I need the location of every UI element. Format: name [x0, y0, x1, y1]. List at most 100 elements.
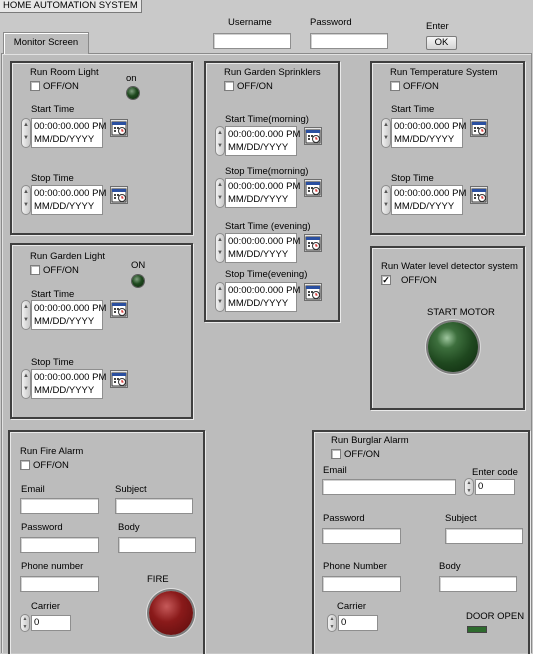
burglar-carrier-spinner-icon[interactable]: ▲ ▼: [327, 614, 337, 632]
water-level-checkbox[interactable]: ✓: [381, 275, 391, 285]
sprinklers-checkbox[interactable]: [224, 81, 234, 91]
fire-subject-label: Subject: [115, 484, 147, 495]
calendar-clock-icon[interactable]: [110, 186, 128, 204]
sprinklers-time-field[interactable]: 00:00:00.000 PM MM/DD/YYYY: [225, 282, 301, 312]
fire-alarm-title: Run Fire Alarm: [20, 446, 84, 457]
calendar-clock-icon[interactable]: [304, 127, 322, 145]
garden-light-stop-label: Stop Time: [31, 357, 74, 368]
calendar-clock-icon[interactable]: [304, 283, 322, 301]
garden-light-stop-spinner-icon[interactable]: ▲ ▼: [21, 369, 31, 399]
burglar-subject-label: Subject: [445, 513, 477, 524]
fire-alarm-checkbox[interactable]: [20, 460, 30, 470]
garden-light-led: [132, 275, 144, 287]
burglar-alarm-title: Run Burglar Alarm: [331, 435, 409, 446]
sprinklers-time-value: 00:00:00.000 PM: [228, 285, 301, 296]
temperature-stop-spinner-icon[interactable]: ▲ ▼: [381, 185, 391, 215]
tab-monitor-screen[interactable]: Monitor Screen: [3, 32, 89, 54]
room-light-start-spinner-icon[interactable]: ▲ ▼: [21, 118, 31, 148]
burglar-body-field[interactable]: [439, 576, 517, 592]
sprinklers-time-field[interactable]: 00:00:00.000 PM MM/DD/YYYY: [225, 126, 301, 156]
sprinklers-spinner-icon[interactable]: ▲ ▼: [215, 233, 225, 263]
sprinklers-date-value: MM/DD/YYYY: [228, 249, 289, 260]
fire-email-field[interactable]: [20, 498, 99, 514]
fire-carrier-field[interactable]: 0: [31, 615, 71, 631]
username-field[interactable]: [213, 33, 291, 49]
fire-carrier-label: Carrier: [31, 601, 61, 612]
burglar-alarm-checkbox[interactable]: [331, 449, 341, 459]
ok-button[interactable]: OK: [426, 36, 457, 50]
garden-light-checkbox[interactable]: [30, 265, 40, 275]
fire-phone-field[interactable]: [20, 576, 99, 592]
burglar-subject-field[interactable]: [445, 528, 523, 544]
burglar-phone-field[interactable]: [322, 576, 401, 592]
garden-light-stop-field[interactable]: 00:00:00.000 PM MM/DD/YYYY: [31, 369, 106, 399]
burglar-email-label: Email: [323, 465, 347, 476]
sprinklers-spinner-icon[interactable]: ▲ ▼: [215, 282, 225, 312]
garden-light-toggle-label: OFF/ON: [43, 265, 79, 276]
calendar-clock-icon[interactable]: [110, 300, 128, 318]
sprinklers-time-field[interactable]: 00:00:00.000 PM MM/DD/YYYY: [225, 178, 300, 208]
room-light-led: [127, 87, 139, 99]
room-light-start-field[interactable]: 00:00:00.000 PM MM/DD/YYYY: [31, 118, 106, 148]
garden-light-start-label: Start Time: [31, 289, 75, 300]
sprinklers-time-label: Start Time(morning): [225, 114, 309, 125]
fire-body-field[interactable]: [118, 537, 196, 553]
room-light-indicator-label: on: [126, 73, 137, 84]
password-field[interactable]: [310, 33, 388, 49]
calendar-clock-icon[interactable]: [304, 234, 322, 252]
burglar-alarm-toggle-label: OFF/ON: [344, 449, 380, 460]
temperature-stop-field[interactable]: 00:00:00.000 PM MM/DD/YYYY: [391, 185, 466, 215]
calendar-clock-icon[interactable]: [470, 186, 488, 204]
room-light-stop-date: MM/DD/YYYY: [34, 201, 95, 212]
room-light-stop-label: Stop Time: [31, 173, 74, 184]
window-title: HOME AUTOMATION SYSTEM: [0, 0, 142, 13]
calendar-clock-icon[interactable]: [110, 119, 128, 137]
calendar-clock-icon[interactable]: [304, 179, 322, 197]
room-light-stop-field[interactable]: 00:00:00.000 PM MM/DD/YYYY: [31, 185, 107, 215]
temperature-start-spinner-icon[interactable]: ▲ ▼: [381, 118, 391, 148]
enter-label: Enter: [426, 21, 449, 32]
fire-phone-label: Phone number: [21, 561, 84, 572]
sprinklers-time-field[interactable]: 00:00:00.000 PM MM/DD/YYYY: [225, 233, 300, 263]
room-light-toggle-label: OFF/ON: [43, 81, 79, 92]
burglar-phone-label: Phone Number: [323, 561, 387, 572]
fire-carrier-spinner-icon[interactable]: ▲ ▼: [20, 614, 30, 632]
calendar-clock-icon[interactable]: [470, 119, 488, 137]
garden-light-indicator-label: ON: [131, 260, 146, 271]
room-light-checkbox[interactable]: [30, 81, 40, 91]
water-level-title: Run Water level detector system: [381, 261, 518, 272]
fire-email-label: Email: [21, 484, 45, 495]
temperature-start-time: 00:00:00.000 PM: [394, 121, 467, 132]
temperature-stop-label: Stop Time: [391, 173, 434, 184]
start-motor-label: START MOTOR: [427, 307, 495, 318]
room-light-stop-spinner-icon[interactable]: ▲ ▼: [21, 185, 31, 215]
temperature-start-field[interactable]: 00:00:00.000 PM MM/DD/YYYY: [391, 118, 467, 148]
enter-code-field[interactable]: 0: [475, 479, 515, 495]
sprinklers-time-label: Stop Time(evening): [225, 269, 308, 280]
burglar-body-label: Body: [439, 561, 461, 572]
door-open-led: [467, 626, 487, 633]
enter-code-label: Enter code: [472, 467, 518, 478]
sprinklers-time-value: 00:00:00.000 PM: [228, 129, 301, 140]
garden-light-start-spinner-icon[interactable]: ▲ ▼: [21, 300, 31, 330]
fire-subject-field[interactable]: [115, 498, 193, 514]
start-motor-led[interactable]: [428, 322, 478, 372]
sprinklers-spinner-icon[interactable]: ▲ ▼: [215, 178, 225, 208]
burglar-carrier-field[interactable]: 0: [338, 615, 378, 631]
sprinklers-date-value: MM/DD/YYYY: [228, 298, 289, 309]
fire-password-field[interactable]: [20, 537, 99, 553]
garden-light-start-field[interactable]: 00:00:00.000 PM MM/DD/YYYY: [31, 300, 106, 330]
temperature-checkbox[interactable]: [390, 81, 400, 91]
fire-led: [149, 591, 193, 635]
fire-password-label: Password: [21, 522, 63, 533]
room-light-stop-time: 00:00:00.000 PM: [34, 188, 107, 199]
garden-light-stop-date: MM/DD/YYYY: [34, 385, 95, 396]
burglar-password-field[interactable]: [322, 528, 401, 544]
username-label: Username: [228, 17, 272, 28]
sprinklers-spinner-icon[interactable]: ▲ ▼: [215, 126, 225, 156]
enter-code-spinner-icon[interactable]: ▲ ▼: [464, 478, 474, 496]
sprinklers-date-value: MM/DD/YYYY: [228, 194, 289, 205]
calendar-clock-icon[interactable]: [110, 370, 128, 388]
temperature-toggle-label: OFF/ON: [403, 81, 439, 92]
burglar-email-field[interactable]: [322, 479, 456, 495]
